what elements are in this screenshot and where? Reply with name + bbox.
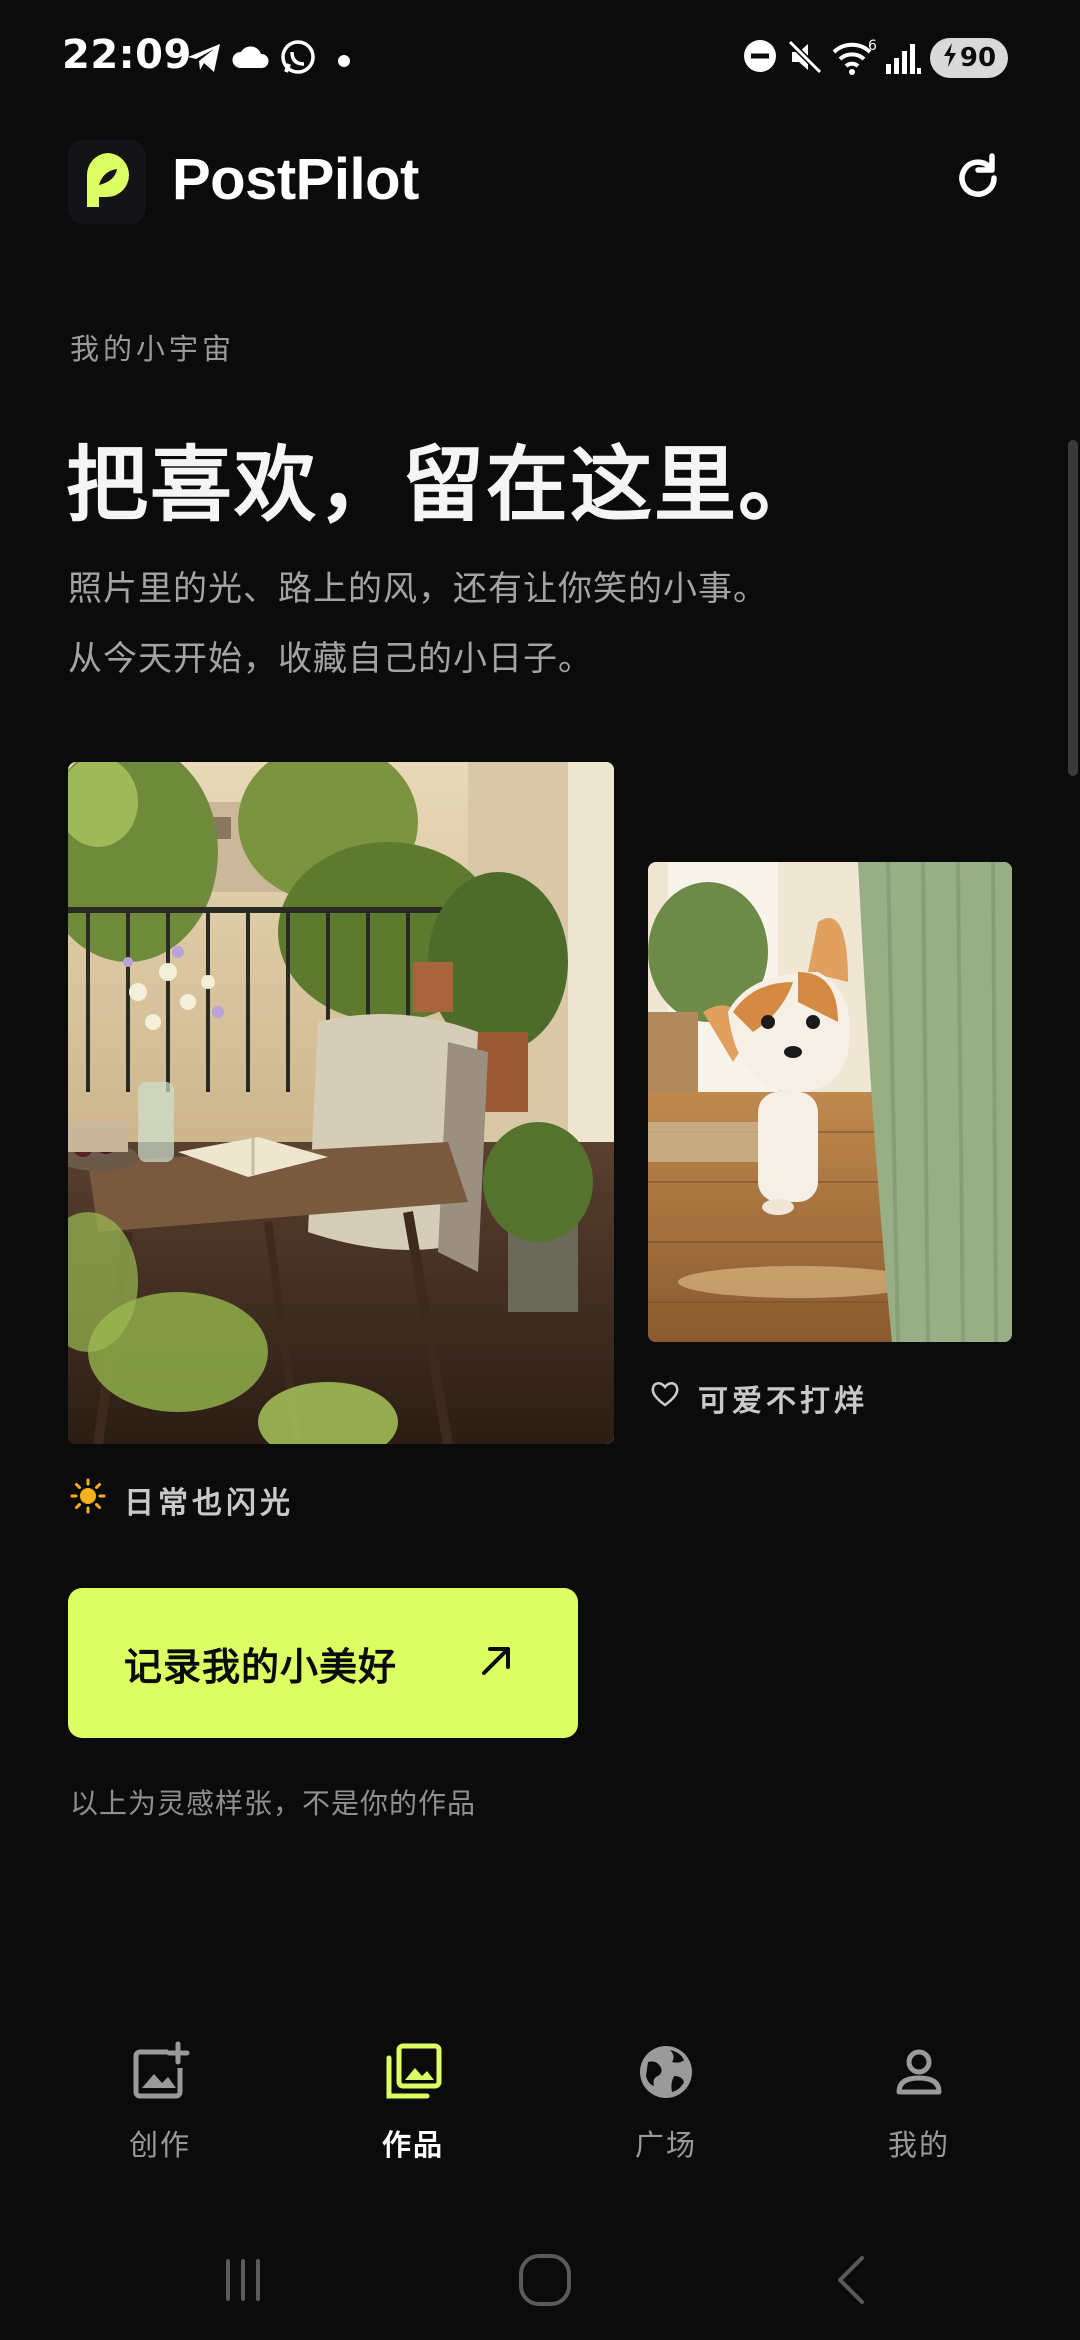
tab-me[interactable]: 我的 bbox=[829, 2040, 1009, 2190]
svg-text:6: 6 bbox=[868, 38, 877, 54]
refresh-icon bbox=[948, 153, 1008, 212]
app-name: PostPilot bbox=[172, 147, 419, 212]
tab-create[interactable]: 创作 bbox=[70, 2040, 250, 2190]
back-button[interactable] bbox=[806, 2242, 896, 2322]
status-time: 22:09 bbox=[62, 32, 192, 78]
dnd-icon bbox=[742, 38, 778, 78]
battery-level: 90 bbox=[959, 43, 997, 73]
sample-disclaimer: 以上为灵感样张，不是你的作品 bbox=[70, 1787, 477, 1820]
sun-icon bbox=[70, 1478, 106, 1522]
tab-works-label: 作品 bbox=[381, 2128, 444, 2162]
bottom-tab-bar: 创作 作品 广场 我的 bbox=[0, 2010, 1080, 2210]
arrow-up-right-icon bbox=[476, 1641, 516, 1685]
pin-logo-icon bbox=[79, 149, 135, 215]
app-logo bbox=[68, 140, 146, 224]
subtitle-line: 从今天开始，收藏自己的小日子。 bbox=[68, 639, 593, 679]
recent-apps-button[interactable] bbox=[198, 2242, 288, 2322]
dot-icon bbox=[338, 52, 350, 71]
status-bar: 22:09 6 90 bbox=[0, 0, 1080, 118]
subtitle: 照片里的光、路上的风，还有让你笑的小事。 从今天开始，收藏自己的小日子。 bbox=[68, 554, 768, 694]
side-photo-caption: 可爱不打烊 bbox=[650, 1376, 868, 1420]
tab-works[interactable]: 作品 bbox=[323, 2040, 503, 2190]
page-title: 把喜欢，留在这里。 bbox=[66, 438, 823, 533]
cta-label: 记录我的小美好 bbox=[124, 1644, 398, 1689]
sample-photo-balcony bbox=[68, 762, 614, 1444]
tab-create-label: 创作 bbox=[128, 2128, 191, 2162]
telegram-icon bbox=[184, 38, 224, 82]
subtitle-line: 照片里的光、路上的风，还有让你笑的小事。 bbox=[68, 569, 768, 609]
whatsapp-icon bbox=[278, 38, 318, 82]
tab-plaza-label: 广场 bbox=[634, 2128, 697, 2162]
tab-plaza[interactable]: 广场 bbox=[576, 2040, 756, 2190]
tab-me-label: 我的 bbox=[887, 2128, 950, 2162]
home-icon bbox=[517, 2252, 573, 2312]
sample-photo-corgi bbox=[648, 862, 1012, 1342]
refresh-button[interactable] bbox=[948, 148, 1008, 208]
cloud-icon bbox=[230, 38, 272, 82]
signal-icon bbox=[884, 38, 922, 80]
back-icon bbox=[826, 2252, 876, 2312]
globe-icon bbox=[634, 2040, 698, 2104]
main-photo-caption: 日常也闪光 bbox=[70, 1478, 294, 1522]
eyebrow-label: 我的小宇宙 bbox=[70, 332, 236, 366]
record-moment-button[interactable]: 记录我的小美好 bbox=[68, 1588, 578, 1738]
battery-icon bbox=[942, 42, 958, 74]
recent-apps-icon bbox=[218, 2255, 268, 2309]
home-button[interactable] bbox=[500, 2242, 590, 2322]
add-image-icon bbox=[128, 2040, 192, 2104]
gallery-icon bbox=[381, 2040, 445, 2104]
mute-icon bbox=[786, 38, 824, 80]
main-caption-text: 日常也闪光 bbox=[124, 1486, 294, 1521]
person-icon bbox=[887, 2040, 951, 2104]
system-navigation-bar bbox=[0, 2230, 1080, 2340]
side-caption-text: 可爱不打烊 bbox=[698, 1384, 868, 1419]
battery-indicator: 90 bbox=[930, 38, 1008, 78]
heart-icon bbox=[650, 1380, 680, 1416]
scrollbar[interactable] bbox=[1068, 440, 1078, 776]
wifi-icon: 6 bbox=[830, 38, 878, 82]
